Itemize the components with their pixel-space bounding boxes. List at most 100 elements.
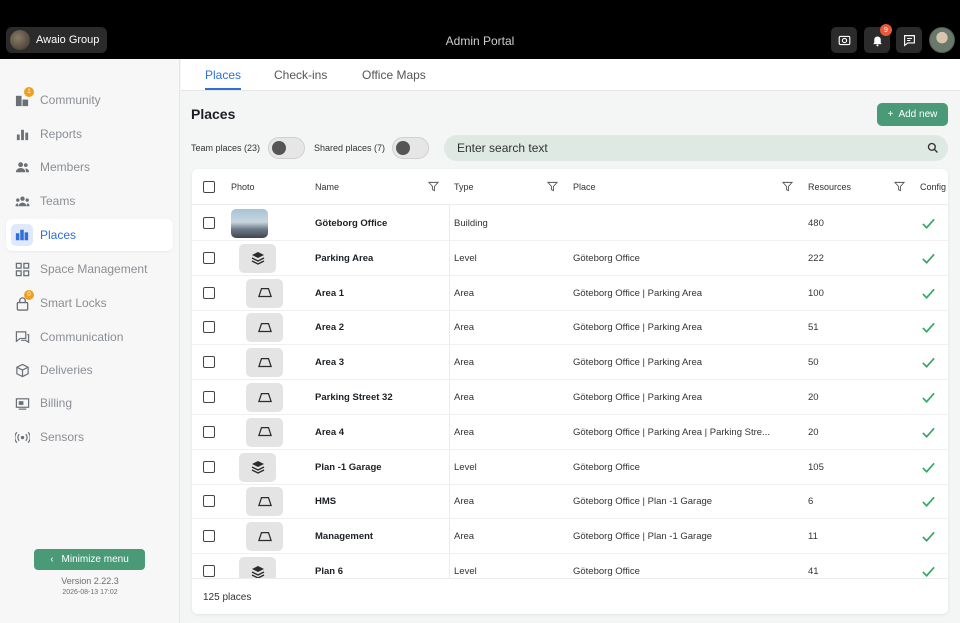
table-row[interactable]: HMS Area Göteborg Office | Plan -1 Garage 6 [192,484,948,520]
filter-icon[interactable] [894,181,905,192]
sidebar-item-space-management[interactable]: Space Management [6,253,173,285]
place-resources: 222 [808,252,824,264]
table-row[interactable]: Area 1 Area Göteborg Office | Parking Area… [192,276,948,311]
place-resources: 105 [808,461,824,473]
filter-icon[interactable] [782,181,793,192]
table-footer: 125 places [192,578,948,614]
row-checkbox[interactable] [203,217,215,229]
table-row[interactable]: Area 3 Area Göteborg Office | Parking Area… [192,345,948,381]
sidebar-item-teams[interactable]: Teams [6,185,173,217]
row-checkbox[interactable] [203,530,215,543]
tab-office-maps[interactable]: Office Maps [362,68,426,82]
row-checkbox[interactable] [203,391,215,403]
sidebar-item-billing[interactable]: Billing [6,387,173,419]
column-header-resources[interactable]: Resources [808,182,851,192]
notification-badge: 9 [880,24,892,36]
sidebar-item-community[interactable]: 1 Community [6,84,173,116]
user-avatar[interactable] [929,27,955,53]
teams-icon [14,193,30,209]
sidebar-item-label: Deliveries [40,363,93,377]
place-parent: Göteborg Office | Parking Area [573,392,703,403]
add-new-button[interactable]: + Add new [877,103,948,126]
table-header: Photo Name Type Place Resources Config [192,169,948,205]
camera-button[interactable] [831,27,857,53]
table-row[interactable]: Parking Street 32 Area Göteborg Office | P… [192,380,948,415]
smart-locks-badge: 0 [24,290,34,300]
sidebar-item-label: Reports [40,127,83,141]
place-name[interactable]: Area 3 [315,357,344,368]
select-all-checkbox[interactable] [203,181,215,193]
row-checkbox[interactable] [203,425,215,438]
active-tab-indicator [205,88,241,90]
sidebar-item-places[interactable]: Places [6,219,173,251]
places-table: Photo Name Type Place Resources Config G… [192,169,948,614]
row-checkbox[interactable] [203,286,215,299]
sidebar-item-communication[interactable]: Communication [6,321,173,353]
place-name[interactable]: HMS [315,496,336,507]
place-name[interactable]: Göteborg Office [315,218,387,229]
tab-places[interactable]: Places [205,68,241,82]
place-parent: Göteborg Office [573,252,640,264]
check-icon [921,286,936,301]
shared-places-toggle[interactable] [392,137,429,159]
place-name[interactable]: Management [315,531,373,542]
sidebar-item-members[interactable]: Members [6,151,173,183]
members-icon [14,159,30,175]
sidebar-item-smart-locks[interactable]: 0 Smart Locks [6,287,173,319]
table-row[interactable]: Area 4 Area Göteborg Office | Parking Area… [192,415,948,450]
sidebar: 1 Community Reports Members Teams Places… [0,59,180,623]
row-checkbox[interactable] [203,460,215,473]
place-name[interactable]: Parking Area [315,253,373,264]
row-checkbox[interactable] [203,321,215,334]
camera-icon [838,35,850,45]
top-bar: Awaio Group Admin Portal 9 [0,0,960,59]
place-type: Area [454,426,475,438]
table-row[interactable]: Göteborg Office Building 480 [192,206,948,241]
row-checkbox[interactable] [203,565,215,577]
place-name[interactable]: Area 2 [315,322,344,333]
place-type: Area [454,322,475,334]
tab-check-ins[interactable]: Check-ins [274,68,327,82]
billing-icon [14,395,30,411]
sidebar-item-label: Teams [40,194,76,208]
row-checkbox[interactable] [203,495,215,508]
table-row[interactable]: Area 2 Area Göteborg Office | Parking Area… [192,310,948,346]
area-icon [246,417,283,447]
messages-button[interactable] [896,27,922,53]
place-name[interactable]: Plan -1 Garage [315,462,382,473]
place-resources: 480 [808,218,824,229]
column-header-type[interactable]: Type [454,182,474,192]
place-type: Level [454,252,477,264]
area-icon [246,383,283,412]
team-places-toggle[interactable] [268,137,305,159]
notifications-button[interactable]: 9 [864,24,892,53]
search-input[interactable]: Enter search text [444,135,948,161]
column-header-config[interactable]: Config [920,182,946,192]
place-name[interactable]: Area 4 [315,427,344,438]
row-checkbox[interactable] [203,251,215,264]
place-parent: Göteborg Office | Plan -1 Garage [573,496,713,508]
team-places-label: Team places (23) [191,143,261,153]
place-resources: 41 [808,566,819,577]
place-parent: Göteborg Office | Parking Area [573,322,703,334]
place-name[interactable]: Plan 6 [315,566,343,577]
filter-icon[interactable] [547,181,558,192]
table-row[interactable]: Parking Area Level Göteborg Office 222 [192,241,948,276]
minimize-menu-button[interactable]: ‹ Minimize menu [34,549,145,570]
place-name[interactable]: Area 1 [315,288,344,299]
place-name[interactable]: Parking Street 32 [315,392,393,403]
place-type: Area [454,357,475,369]
row-checkbox[interactable] [203,356,215,369]
column-header-place[interactable]: Place [573,182,596,192]
table-row[interactable]: Plan -1 Garage Level Göteborg Office 105 [192,450,948,485]
sidebar-item-deliveries[interactable]: Deliveries [6,354,173,386]
column-header-name[interactable]: Name [315,182,339,192]
place-resources: 11 [808,531,818,543]
place-type: Level [454,461,477,473]
sidebar-item-sensors[interactable]: Sensors [6,421,173,453]
filter-icon[interactable] [428,181,439,192]
sidebar-item-reports[interactable]: Reports [6,118,173,150]
place-resources: 50 [808,357,819,369]
table-row[interactable]: Management Area Göteborg Office | Plan -1 … [192,519,948,555]
chevron-left-icon: ‹ [50,554,54,565]
